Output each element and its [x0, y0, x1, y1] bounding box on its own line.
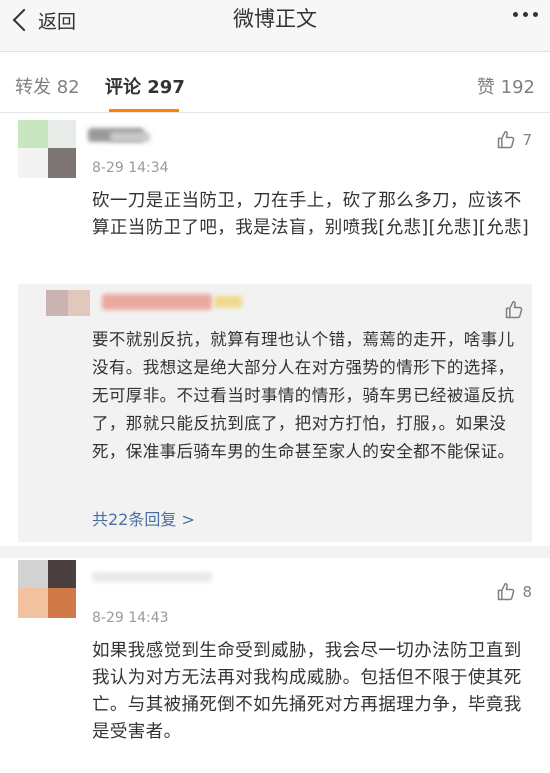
page-title: 微博正文 — [233, 7, 317, 31]
avatar[interactable] — [18, 560, 76, 618]
view-replies-link[interactable]: 共22条回复 > — [92, 506, 195, 530]
reply-text: 要不就别反抗，就算有理也认个错，蔫蔫的走开，啥事儿没有。我想这是绝大部分人在对方… — [92, 330, 515, 461]
thumbs-up-icon — [498, 582, 515, 601]
tab-bar: 转发 82 评论 297 赞 192 — [0, 53, 550, 113]
username-blurred[interactable] — [92, 572, 212, 582]
divider — [0, 546, 550, 558]
comment-item: 8-29 14:34 7 砍一刀是正当防卫，刀在手上，砍了那么多刀，应该不算正当… — [0, 114, 550, 544]
username-blurred-fragment — [214, 296, 242, 308]
username-blurred-fragment — [110, 132, 150, 142]
active-tab-indicator — [109, 109, 179, 112]
comment-time: 8-29 14:43 — [92, 610, 169, 626]
like-count: 8 — [522, 583, 532, 601]
username-blurred[interactable] — [102, 294, 212, 310]
more-dots-icon[interactable] — [513, 12, 538, 17]
avatar[interactable] — [46, 290, 90, 316]
comment-item: 8-29 14:43 8 如果我感觉到生命受到威胁，我会尽一切办法防卫直到我认为… — [0, 560, 550, 773]
comment-text: 如果我感觉到生命受到威胁，我会尽一切办法防卫直到我认为对方无法再对我构成威胁。包… — [92, 641, 522, 742]
avatar[interactable] — [18, 120, 76, 178]
comment-time: 8-29 14:34 — [92, 160, 169, 176]
like-button[interactable]: 7 — [496, 130, 532, 150]
tab-likes[interactable]: 赞 192 — [477, 73, 535, 99]
like-count: 7 — [522, 131, 532, 149]
thumbs-up-icon — [498, 130, 515, 149]
reply-box[interactable]: 要不就别反抗，就算有理也认个错，蔫蔫的走开，啥事儿没有。我想这是绝大部分人在对方… — [18, 284, 532, 542]
like-button[interactable] — [504, 300, 524, 324]
nav-bar: 返回 微博正文 — [0, 0, 550, 52]
tab-forward[interactable]: 转发 82 — [15, 73, 80, 99]
tab-comments[interactable]: 评论 297 — [105, 73, 185, 99]
comment-text: 砍一刀是正当防卫，刀在手上，砍了那么多刀，应该不算正当防卫了吧，我是法盲，别喷我… — [92, 191, 530, 238]
thumbs-up-icon — [505, 300, 523, 319]
like-button[interactable]: 8 — [496, 582, 532, 602]
